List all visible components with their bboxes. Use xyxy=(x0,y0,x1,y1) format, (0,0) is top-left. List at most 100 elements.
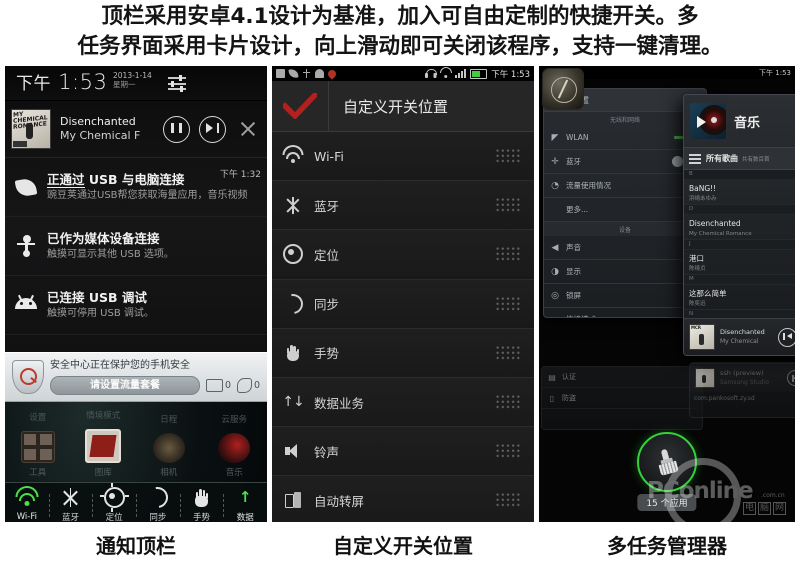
toggle-gesture[interactable]: 手势 xyxy=(179,488,224,522)
toggle-label: 同步 xyxy=(149,512,167,523)
panel-notification-shade: 下午 1:53 2013-1-14 星期一 MY CHEMICAL Disenc… xyxy=(5,66,267,522)
task-card-faded-right[interactable]: ssh (preview) Samsung Studio com.pankoso… xyxy=(689,362,795,418)
scene-mode-icon: ≡ xyxy=(544,315,566,318)
page-title: 自定义开关位置 xyxy=(343,97,449,116)
prev-track-icon[interactable] xyxy=(778,327,795,347)
shade-date: 2013-1-14 星期一 xyxy=(113,71,152,89)
location-pin-icon xyxy=(326,67,338,80)
gallery-icon xyxy=(85,429,122,463)
drag-handle-dots[interactable] xyxy=(495,148,521,165)
music-section-title: 所有歌曲 xyxy=(706,154,738,163)
toggle-bluetooth[interactable]: 蓝牙 xyxy=(48,488,93,522)
settings-sliders-icon[interactable] xyxy=(167,74,187,92)
home-icon-tools[interactable]: 设置 工具 xyxy=(5,409,71,482)
toggle-data[interactable]: ↑ 数据 xyxy=(223,488,267,523)
music-song-row[interactable]: 这那么简单 陈奕迅 ⋮ xyxy=(684,285,795,310)
home-icon-camera[interactable]: 日程 相机 xyxy=(136,411,202,482)
close-icon[interactable] xyxy=(235,116,261,142)
task-card-music[interactable]: 音乐 所有歌曲 共有数百首 B BaNG!! 浜崎あゆみ ⋮ D xyxy=(683,94,795,356)
toggle-location[interactable]: 定位 xyxy=(92,483,136,522)
panel-captions: 通知顶栏 自定义开关位置 多任务管理器 xyxy=(0,524,800,570)
music-notification-text: Disenchanted My Chemical F xyxy=(60,115,163,143)
music-song-row[interactable]: 港口 陈绮贞 ⋮ xyxy=(684,250,795,275)
status-bar: 下午 1:53 xyxy=(272,66,534,81)
mail-count: 0 xyxy=(225,380,232,391)
caption-panel-1: 通知顶栏 xyxy=(96,534,176,558)
settings-row-label: 更多... xyxy=(566,205,589,214)
drag-handle-dots[interactable] xyxy=(495,295,521,312)
security-center-widget[interactable]: 安全中心正在保护您的手机安全 请设置流量套餐 0 0 xyxy=(5,352,267,402)
mail-count-badge[interactable]: 0 xyxy=(206,379,231,392)
music-song-row[interactable]: BaNG!! 浜崎あゆみ ⋮ xyxy=(684,180,795,205)
data-usage-icon: ◔ xyxy=(551,180,559,191)
music-song-row[interactable]: Disenchanted My Chemical Romance ⋮ xyxy=(684,215,795,240)
song-artist: My Chemical Romance xyxy=(689,231,752,237)
clean-all-button[interactable] xyxy=(637,432,697,492)
hamburger-icon xyxy=(684,153,706,164)
music-song-row[interactable]: The Meaning Of Us 宋冬野民谣 ⋮ xyxy=(684,355,795,356)
watermark-domain: .com.cn xyxy=(761,492,785,499)
settings-row-scenemode[interactable]: ≡ 情境模式 xyxy=(544,308,706,318)
album-art-band xyxy=(13,141,27,147)
phone-icon xyxy=(237,378,253,393)
notification-subtitle: 触摸可显示其他 USB 选项。 xyxy=(47,249,174,260)
list-item-ringtone[interactable]: 铃声 xyxy=(272,427,534,477)
usb-icon xyxy=(302,69,311,78)
list-item-autorotate[interactable]: 自动转屏 xyxy=(272,476,534,522)
drag-handle-dots[interactable] xyxy=(495,394,521,411)
shield-search-icon xyxy=(12,360,44,394)
shade-time: 1:53 xyxy=(58,70,108,94)
toggle-wifi[interactable]: Wi-Fi xyxy=(5,485,49,522)
home-icon-music[interactable]: 云服务 音乐 xyxy=(202,411,268,482)
task-card-faded-left[interactable]: ▤ 认证 ▯ 防盗 xyxy=(541,366,703,430)
toggle-sync[interactable]: 同步 xyxy=(136,482,180,523)
drag-handle-dots[interactable] xyxy=(495,344,521,361)
signal-icon xyxy=(455,69,467,78)
list-item-sync[interactable]: 同步 xyxy=(272,279,534,329)
notification-title-underlined: 正通过 xyxy=(47,172,85,188)
drag-handle-dots[interactable] xyxy=(495,492,521,509)
list-item-gesture[interactable]: 手势 xyxy=(272,328,534,378)
gesture-hand-icon xyxy=(272,344,314,362)
list-item-data[interactable]: ↑↓ 数据业务 xyxy=(272,377,534,428)
toggle-label: 数据 xyxy=(236,512,254,523)
settings-row-sound[interactable]: ◀ 声音 xyxy=(544,236,706,260)
red-check-icon[interactable] xyxy=(272,81,329,131)
speaker-icon xyxy=(272,444,314,459)
settings-row-datausage[interactable]: ◔ 流量使用情况 xyxy=(544,174,706,198)
watermark-cn: 电 脑 网 xyxy=(743,502,787,515)
home-icon-toplabel: 设置 xyxy=(29,413,47,423)
music-notification[interactable]: MY CHEMICAL ROMANCE Disenchanted My Chem… xyxy=(5,101,267,158)
home-icon-label: 图库 xyxy=(94,468,112,478)
drag-handle-dots[interactable] xyxy=(495,197,521,214)
home-icon-gallery[interactable]: 情境模式 图库 xyxy=(71,407,137,482)
notification-row-media-device[interactable]: 已作为媒体设备连接 触摸可显示其他 USB 选项。 xyxy=(5,217,267,276)
music-icon xyxy=(218,433,251,463)
next-track-icon[interactable] xyxy=(199,115,226,143)
drag-handle-dots[interactable] xyxy=(495,246,521,263)
call-count-badge[interactable]: 0 xyxy=(237,378,260,393)
notification-row-usb-pc[interactable]: 正通过 USB 与电脑连接 豌豆荚通过USB帮您获取海量应用，音乐视频 下午 1… xyxy=(5,158,267,217)
settings-row-more[interactable]: 更多... xyxy=(544,198,706,222)
list-item-location[interactable]: 定位 xyxy=(272,230,534,280)
list-item-wifi[interactable]: Wi-Fi xyxy=(272,132,534,182)
notification-row-usb-debug[interactable]: 已连接 USB 调试 触摸可停用 USB 调试。 xyxy=(5,276,267,335)
notification-subtitle: 豌豆荚通过USB帮您获取海量应用，音乐视频 xyxy=(47,190,248,201)
drag-handle-dots[interactable] xyxy=(495,443,521,460)
notification-title-rest: USB 与电脑连接 xyxy=(84,172,185,187)
list-item-label: 蓝牙 xyxy=(314,198,340,214)
pause-icon[interactable] xyxy=(163,115,190,143)
set-data-plan-button[interactable]: 请设置流量套餐 xyxy=(50,376,200,395)
settings-row-label: 流量使用情况 xyxy=(566,181,611,190)
compass-icon xyxy=(542,68,584,110)
prev-track-icon[interactable] xyxy=(787,370,795,386)
settings-row-bluetooth[interactable]: ✛ 蓝牙 xyxy=(544,150,706,174)
settings-row-display[interactable]: ◑ 显示 xyxy=(544,260,706,284)
list-item-bluetooth[interactable]: 蓝牙 xyxy=(272,181,534,231)
settings-row-lockscreen[interactable]: ◎ 锁屏 xyxy=(544,284,706,308)
settings-row-label: 显示 xyxy=(566,267,581,276)
settings-row-wlan[interactable]: ◤ WLAN xyxy=(544,126,706,150)
toggle-label: Wi-Fi xyxy=(16,511,37,522)
settings-row-label: 声音 xyxy=(566,243,581,252)
music-section-header[interactable]: 所有歌曲 共有数百首 xyxy=(684,147,795,170)
